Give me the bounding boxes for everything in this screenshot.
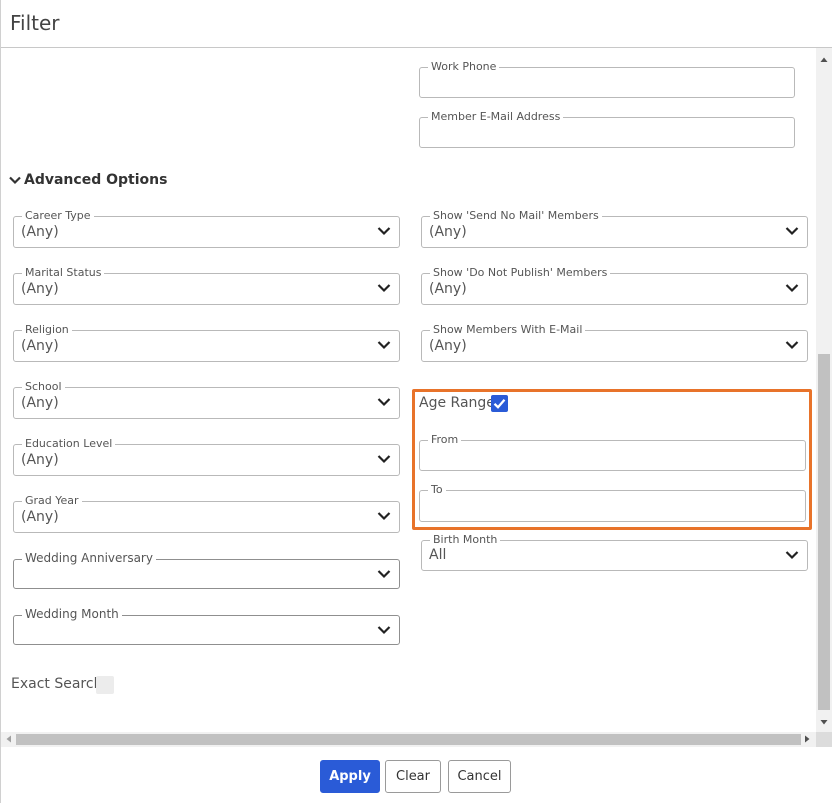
- chevron-down-icon: [377, 398, 391, 407]
- chevron-down-icon: [377, 227, 391, 236]
- with-email-select[interactable]: Show Members With E-Mail (Any): [421, 323, 808, 362]
- religion-value: (Any): [21, 338, 59, 354]
- clear-button[interactable]: Clear: [385, 760, 441, 793]
- chevron-down-icon: [377, 284, 391, 293]
- member-email-field[interactable]: Member E-Mail Address: [419, 110, 795, 148]
- chevron-down-icon: [785, 284, 799, 293]
- religion-select[interactable]: Religion (Any): [13, 323, 400, 362]
- birth-month-label: Birth Month: [430, 533, 501, 546]
- school-label: School: [22, 380, 65, 393]
- career-type-value: (Any): [21, 224, 59, 240]
- advanced-options-toggle[interactable]: Advanced Options: [9, 172, 167, 188]
- dialog-header: Filter: [1, 0, 832, 48]
- education-level-label: Education Level: [22, 437, 116, 450]
- scroll-right-arrow-icon[interactable]: [803, 735, 811, 743]
- marital-status-value: (Any): [21, 281, 59, 297]
- wedding-anniversary-select[interactable]: Wedding Anniversary: [13, 551, 400, 589]
- wedding-month-select[interactable]: Wedding Month: [13, 607, 400, 645]
- scroll-up-arrow-icon[interactable]: [820, 56, 828, 64]
- grad-year-value: (Any): [21, 509, 59, 525]
- vertical-scrollbar[interactable]: [816, 48, 832, 732]
- filter-dialog: Filter Work Phone Member E-Mail Address …: [0, 0, 832, 803]
- scrollbar-corner: [816, 732, 832, 747]
- do-not-publish-value: (Any): [429, 281, 467, 297]
- horizontal-scrollbar-thumb[interactable]: [16, 734, 801, 745]
- send-no-mail-label: Show 'Send No Mail' Members: [430, 209, 602, 222]
- chevron-down-icon: [785, 341, 799, 350]
- age-range-checkbox[interactable]: [491, 395, 508, 412]
- school-value: (Any): [21, 395, 59, 411]
- cancel-button[interactable]: Cancel: [448, 760, 511, 793]
- filter-form: Work Phone Member E-Mail Address Advance…: [1, 48, 816, 732]
- education-level-select[interactable]: Education Level (Any): [13, 437, 400, 476]
- member-email-label: Member E-Mail Address: [428, 110, 564, 123]
- horizontal-scrollbar[interactable]: [1, 732, 816, 747]
- work-phone-field[interactable]: Work Phone: [419, 60, 795, 98]
- age-from-label: From: [428, 433, 462, 446]
- wedding-anniversary-label: Wedding Anniversary: [22, 551, 156, 565]
- birth-month-value: All: [429, 547, 447, 563]
- grad-year-label: Grad Year: [22, 494, 82, 507]
- age-range-label: Age Range: [419, 395, 495, 411]
- chevron-down-icon: [377, 570, 391, 579]
- with-email-value: (Any): [429, 338, 467, 354]
- chevron-down-icon: [377, 455, 391, 464]
- wedding-month-label: Wedding Month: [22, 607, 122, 621]
- religion-label: Religion: [22, 323, 72, 336]
- chevron-down-icon: [9, 176, 21, 184]
- chevron-down-icon: [377, 626, 391, 635]
- marital-status-select[interactable]: Marital Status (Any): [13, 266, 400, 305]
- advanced-options-title: Advanced Options: [24, 172, 168, 188]
- age-from-field[interactable]: From: [419, 433, 806, 471]
- scroll-left-arrow-icon[interactable]: [5, 735, 13, 743]
- chevron-down-icon: [785, 551, 799, 560]
- career-type-label: Career Type: [22, 209, 94, 222]
- grad-year-select[interactable]: Grad Year (Any): [13, 494, 400, 533]
- school-select[interactable]: School (Any): [13, 380, 400, 419]
- dialog-title: Filter: [10, 11, 60, 35]
- dialog-footer: Apply Clear Cancel: [1, 747, 832, 803]
- work-phone-label: Work Phone: [428, 60, 500, 73]
- chevron-down-icon: [377, 512, 391, 521]
- send-no-mail-value: (Any): [429, 224, 467, 240]
- vertical-scrollbar-thumb[interactable]: [818, 354, 830, 710]
- exact-search-label: Exact Search: [11, 676, 103, 692]
- checkmark-icon: [493, 399, 506, 409]
- career-type-select[interactable]: Career Type (Any): [13, 209, 400, 248]
- chevron-down-icon: [785, 227, 799, 236]
- birth-month-select[interactable]: Birth Month All: [421, 533, 808, 571]
- apply-button[interactable]: Apply: [320, 760, 380, 793]
- with-email-label: Show Members With E-Mail: [430, 323, 586, 336]
- marital-status-label: Marital Status: [22, 266, 105, 279]
- age-to-label: To: [428, 483, 446, 496]
- scroll-down-arrow-icon[interactable]: [820, 718, 828, 726]
- do-not-publish-label: Show 'Do Not Publish' Members: [430, 266, 611, 279]
- age-to-field[interactable]: To: [419, 483, 806, 522]
- do-not-publish-select[interactable]: Show 'Do Not Publish' Members (Any): [421, 266, 808, 305]
- chevron-down-icon: [377, 341, 391, 350]
- exact-search-checkbox[interactable]: [96, 676, 114, 694]
- send-no-mail-select[interactable]: Show 'Send No Mail' Members (Any): [421, 209, 808, 248]
- education-level-value: (Any): [21, 452, 59, 468]
